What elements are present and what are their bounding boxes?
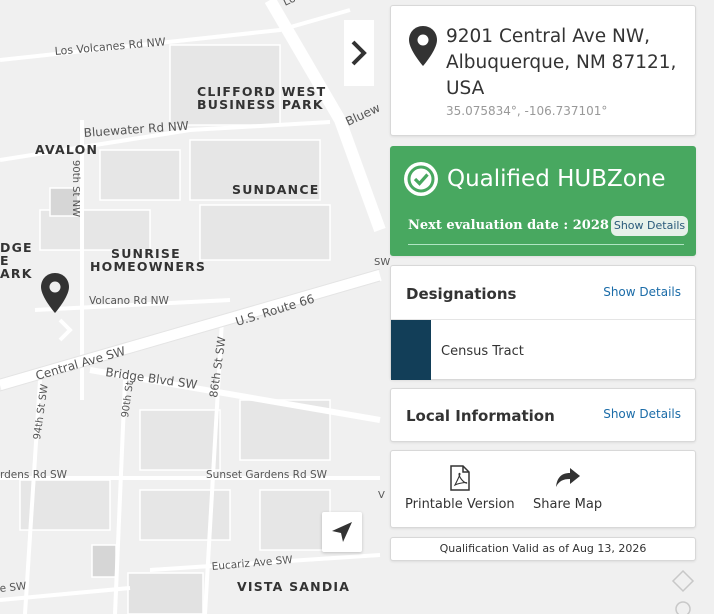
address-line: Albuquerque, NM 87121, [446,52,677,73]
street-label: rdens Rd SW [0,469,68,481]
street-label: 90th St NW [70,160,81,217]
navigation-arrow-icon [332,522,352,542]
designations-card: Designations Show Details Census Tract [390,265,696,380]
status-title: Qualified HUBZone [447,166,666,192]
chevron-right-icon [351,40,367,66]
divider [391,319,695,320]
local-information-show-details-link[interactable]: Show Details [603,407,681,421]
area-label: SUNDANCE [232,182,319,197]
street-label: Sunset Gardens Rd SW [206,469,328,481]
area-label: HOMEOWNERS [90,259,206,274]
street-label: SW [374,257,390,268]
area-label: BUSINESS PARK [197,97,324,112]
divider [408,244,684,245]
local-information-card: Local Information Show Details [390,388,696,442]
printable-version-button[interactable]: Printable Version [405,465,515,512]
local-information-title: Local Information [406,407,555,425]
address-text: 9201 Central Ave NW, Albuquerque, NM 871… [446,24,676,102]
designation-label: Census Tract [441,344,524,359]
address-line: 9201 Central Ave NW, [446,26,650,47]
share-arrow-icon [555,468,580,487]
location-pin-icon [409,26,437,71]
street-label: V [378,490,385,501]
street-label: Volcano Rd NW [89,295,169,307]
area-label: ARK [0,266,33,281]
area-label: VISTA SANDIA [237,579,350,594]
qualification-validity: Qualification Valid as of Aug 13, 2026 [390,537,696,561]
share-map-button[interactable]: Share Map [533,465,602,512]
locate-me-button[interactable] [322,512,362,552]
printable-version-label: Printable Version [405,497,515,512]
designations-show-details-link[interactable]: Show Details [603,285,681,299]
collapse-panel-button[interactable] [344,20,374,86]
status-show-details-button[interactable]: Show Details [611,216,688,236]
hubzone-status-card: Qualified HUBZone Next evaluation date :… [390,146,696,256]
census-tract-swatch [391,320,431,380]
designations-title: Designations [406,285,517,303]
coordinates: 35.075834°, -106.737101° [446,104,608,118]
actions-card: Printable Version Share Map [390,450,696,528]
check-circle-icon [404,162,438,196]
location-pin-icon[interactable] [41,273,69,318]
address-line: USA [446,78,485,99]
area-label: AVALON [35,142,98,157]
next-evaluation-date: Next evaluation date : 2028 [408,218,609,233]
address-card: 9201 Central Ave NW, Albuquerque, NM 871… [390,5,696,136]
share-map-label: Share Map [533,497,603,512]
pdf-file-icon [450,465,470,491]
